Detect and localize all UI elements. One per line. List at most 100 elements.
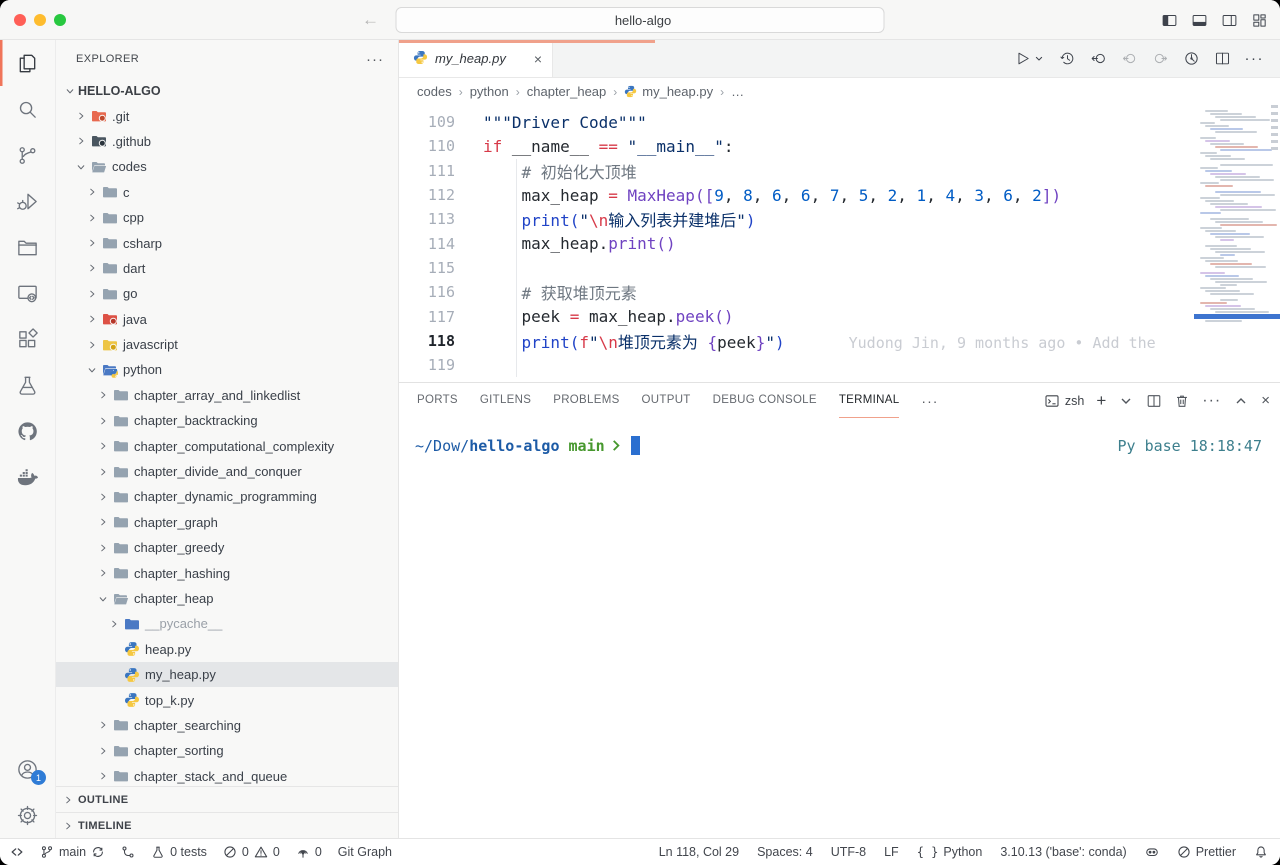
activity-item-extensions[interactable] — [0, 316, 55, 362]
code-editor[interactable]: 109"""Driver Code"""110if __name__ == "_… — [399, 105, 1280, 382]
breadcrumb-item--[interactable]: … — [731, 84, 744, 99]
tree-item-chapter-backtracking[interactable]: chapter_backtracking — [56, 408, 398, 433]
new-terminal-button[interactable]: + — [1096, 391, 1106, 411]
breadcrumb-item-chapter_heap[interactable]: chapter_heap — [527, 84, 607, 99]
tree-item-python[interactable]: python — [56, 357, 398, 382]
maximize-panel-icon[interactable] — [1233, 393, 1249, 409]
activity-item-explorer[interactable] — [0, 40, 55, 86]
toggle-secondary-sidebar-button[interactable] — [1221, 12, 1238, 29]
tree-item-chapter-stack-and-queue[interactable]: chapter_stack_and_queue — [56, 764, 398, 786]
toggle-sidebar-button[interactable] — [1161, 12, 1178, 29]
terminal-dropdown-icon[interactable] — [1118, 393, 1134, 409]
tree-item-chapter-computational-complexity[interactable]: chapter_computational_complexity — [56, 433, 398, 458]
breadcrumb-item-my_heap-py[interactable]: my_heap.py — [624, 84, 713, 99]
status-gitlens[interactable] — [121, 845, 135, 859]
split-terminal-icon[interactable] — [1146, 393, 1162, 409]
tree-item-hello-algo[interactable]: HELLO-ALGO — [56, 78, 398, 103]
tree-item-chapter-array-and-linkedlist[interactable]: chapter_array_and_linkedlist — [56, 383, 398, 408]
prev-change-button[interactable] — [1121, 50, 1138, 67]
history-button[interactable] — [1059, 50, 1076, 67]
tree-item-top-k-py[interactable]: top_k.py — [56, 687, 398, 712]
breadcrumb-item-python[interactable]: python — [470, 84, 509, 99]
kill-terminal-icon[interactable] — [1174, 393, 1190, 409]
run-python-file-button[interactable] — [1014, 50, 1045, 67]
open-changes-button[interactable] — [1090, 50, 1107, 67]
status-language[interactable]: { }Python — [917, 845, 983, 859]
split-editor-button[interactable] — [1214, 50, 1231, 67]
minimap[interactable] — [1194, 105, 1280, 349]
panel-tab-terminal[interactable]: TERMINAL — [839, 383, 900, 418]
status-eol[interactable]: LF — [884, 845, 899, 859]
close-tab-icon[interactable]: × — [534, 51, 542, 67]
tree-item--git[interactable]: .git — [56, 103, 398, 128]
section-outline[interactable]: OUTLINE — [56, 786, 398, 812]
activity-item-run-debug[interactable] — [0, 178, 55, 224]
tree-item-c[interactable]: c — [56, 180, 398, 205]
status-problems[interactable]: 00 — [223, 845, 280, 859]
status-notifications[interactable] — [1254, 845, 1268, 859]
activity-item-settings[interactable] — [0, 792, 55, 838]
status-branch[interactable]: main — [40, 845, 105, 859]
tree-item-csharp[interactable]: csharp — [56, 230, 398, 255]
panel-tab-gitlens[interactable]: GITLENS — [480, 383, 531, 418]
tree-item-my-heap-py[interactable]: my_heap.py — [56, 662, 398, 687]
tree-item-chapter-dynamic-programming[interactable]: chapter_dynamic_programming — [56, 484, 398, 509]
panel-tab-output[interactable]: OUTPUT — [642, 383, 691, 418]
terminal-view[interactable]: ~/Dow/hello-algo main Py base 18:18:47 — [399, 418, 1280, 838]
panel-more-tabs-button[interactable]: ··· — [921, 393, 938, 409]
zoom-window-button[interactable] — [54, 14, 66, 26]
minimize-window-button[interactable] — [34, 14, 46, 26]
status-interpreter[interactable]: 3.10.13 ('base': conda) — [1000, 845, 1126, 859]
gitlens-graph-button[interactable] — [1183, 50, 1200, 67]
status-cursor-position[interactable]: Ln 118, Col 29 — [659, 845, 739, 859]
tree-item-java[interactable]: java — [56, 307, 398, 332]
activity-item-folder-library[interactable] — [0, 224, 55, 270]
panel-tab-problems[interactable]: PROBLEMS — [553, 383, 619, 418]
status-tests[interactable]: 0 tests — [151, 845, 207, 859]
tree-item-javascript[interactable]: javascript — [56, 332, 398, 357]
status-copilot[interactable] — [1145, 845, 1159, 859]
breadcrumb-item-codes[interactable]: codes — [417, 84, 452, 99]
panel-tab-debug-console[interactable]: DEBUG CONSOLE — [713, 383, 817, 418]
status-encoding[interactable]: UTF-8 — [831, 845, 866, 859]
tree-item-go[interactable]: go — [56, 281, 398, 306]
more-button[interactable]: ··· — [1245, 50, 1265, 67]
activity-item-testing[interactable] — [0, 362, 55, 408]
tree-item-chapter-searching[interactable]: chapter_searching — [56, 713, 398, 738]
activity-item-remote-explorer[interactable] — [0, 270, 55, 316]
terminal-shell-select[interactable]: zsh — [1044, 393, 1084, 409]
tree-item--pycache-[interactable]: __pycache__ — [56, 611, 398, 636]
next-change-button[interactable] — [1152, 50, 1169, 67]
tree-item-chapter-graph[interactable]: chapter_graph — [56, 510, 398, 535]
tree-item--github[interactable]: .github — [56, 129, 398, 154]
tree-item-chapter-heap[interactable]: chapter_heap — [56, 586, 398, 611]
activity-item-accounts[interactable]: 1 — [0, 746, 55, 792]
tree-item-chapter-greedy[interactable]: chapter_greedy — [56, 535, 398, 560]
customize-layout-button[interactable] — [1251, 12, 1268, 29]
close-panel-icon[interactable]: × — [1261, 392, 1270, 409]
sidebar-more-actions-button[interactable]: ··· — [366, 51, 384, 68]
tab-my-heap[interactable]: my_heap.py × — [399, 40, 553, 77]
tree-item-heap-py[interactable]: heap.py — [56, 637, 398, 662]
tree-item-cpp[interactable]: cpp — [56, 205, 398, 230]
status-remote[interactable] — [10, 845, 24, 859]
tree-item-chapter-hashing[interactable]: chapter_hashing — [56, 560, 398, 585]
status-indentation[interactable]: Spaces: 4 — [757, 845, 813, 859]
section-timeline[interactable]: TIMELINE — [56, 812, 398, 838]
close-window-button[interactable] — [14, 14, 26, 26]
activity-item-docker[interactable] — [0, 454, 55, 500]
history-back-button[interactable]: ← — [362, 10, 379, 30]
tree-item-chapter-sorting[interactable]: chapter_sorting — [56, 738, 398, 763]
activity-item-source-control[interactable] — [0, 132, 55, 178]
activity-item-search[interactable] — [0, 86, 55, 132]
command-center-search[interactable]: hello-algo — [396, 7, 885, 33]
panel-tab-ports[interactable]: PORTS — [417, 383, 458, 418]
panel-more-actions-icon[interactable]: ··· — [1202, 392, 1221, 410]
tree-item-codes[interactable]: codes — [56, 154, 398, 179]
activity-item-github[interactable] — [0, 408, 55, 454]
status-git-graph[interactable]: Git Graph — [338, 845, 392, 859]
tree-item-chapter-divide-and-conquer[interactable]: chapter_divide_and_conquer — [56, 459, 398, 484]
toggle-panel-button[interactable] — [1191, 12, 1208, 29]
tree-item-dart[interactable]: dart — [56, 256, 398, 281]
status-prettier[interactable]: Prettier — [1177, 845, 1236, 859]
